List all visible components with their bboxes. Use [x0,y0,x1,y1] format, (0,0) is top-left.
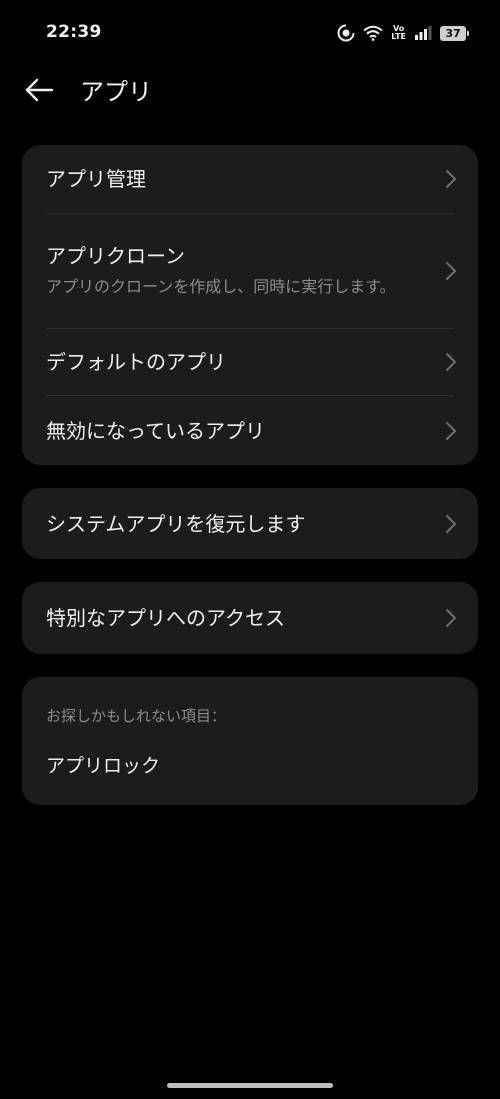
battery-level: 37 [445,26,461,40]
row-description: アプリのクローンを作成し、同時に実行します。 [46,277,396,296]
arrow-left-icon [24,78,54,106]
disabled-apps-row[interactable]: 無効になっているアプリ [22,396,478,465]
chevron-right-icon [444,168,458,190]
app-management-row[interactable]: アプリ管理 [22,145,478,213]
volte-icon: Vo LTE [391,25,406,41]
battery-icon: 37 [440,25,469,41]
header: アプリ [0,66,500,118]
default-apps-row[interactable]: デフォルトのアプリ [22,329,478,395]
row-label: アプリ管理 [46,167,146,191]
suggestions-card: お探しかもしれない項目： アプリロック [22,677,478,805]
row-label: 特別なアプリへのアクセス [46,606,285,630]
back-button[interactable] [20,76,58,108]
chevron-right-icon [444,607,458,629]
special-app-access-row[interactable]: 特別なアプリへのアクセス [22,582,478,654]
apps-settings-card: アプリ管理 アプリクローン アプリのクローンを作成し、同時に実行します。 デフォ… [22,145,478,465]
signal-icon [414,25,432,41]
chevron-right-icon [444,513,458,535]
row-label: デフォルトのアプリ [46,350,226,374]
data-saver-icon [337,24,356,42]
app-lock-link[interactable]: アプリロック [22,752,478,780]
special-app-access-card: 特別なアプリへのアクセス [22,582,478,654]
home-indicator[interactable] [167,1083,333,1088]
row-label: 無効になっているアプリ [46,418,265,443]
chevron-right-icon [444,260,458,282]
row-label: アプリクローン [46,244,185,268]
wifi-icon [363,25,383,41]
status-time: 22:39 [46,22,102,42]
page-title: アプリ [80,78,152,106]
chevron-right-icon [444,420,458,442]
row-label: システムアプリを復元します [46,511,306,536]
suggestions-hint: お探しかもしれない項目： [46,707,227,725]
chevron-right-icon [444,351,458,373]
status-bar: 22:39 Vo LTE 37 [0,0,500,66]
status-icons: Vo LTE 37 [337,22,469,44]
screen: 22:39 Vo LTE 37 アプリ アプリ管理 アプリクローン アプリのクロ… [0,0,500,1099]
restore-system-apps-card: システムアプリを復元します [22,488,478,559]
restore-system-apps-row[interactable]: システムアプリを復元します [22,488,478,559]
app-clone-row[interactable]: アプリクローン アプリのクローンを作成し、同時に実行します。 [22,214,478,328]
volte-bottom: LTE [391,32,406,41]
